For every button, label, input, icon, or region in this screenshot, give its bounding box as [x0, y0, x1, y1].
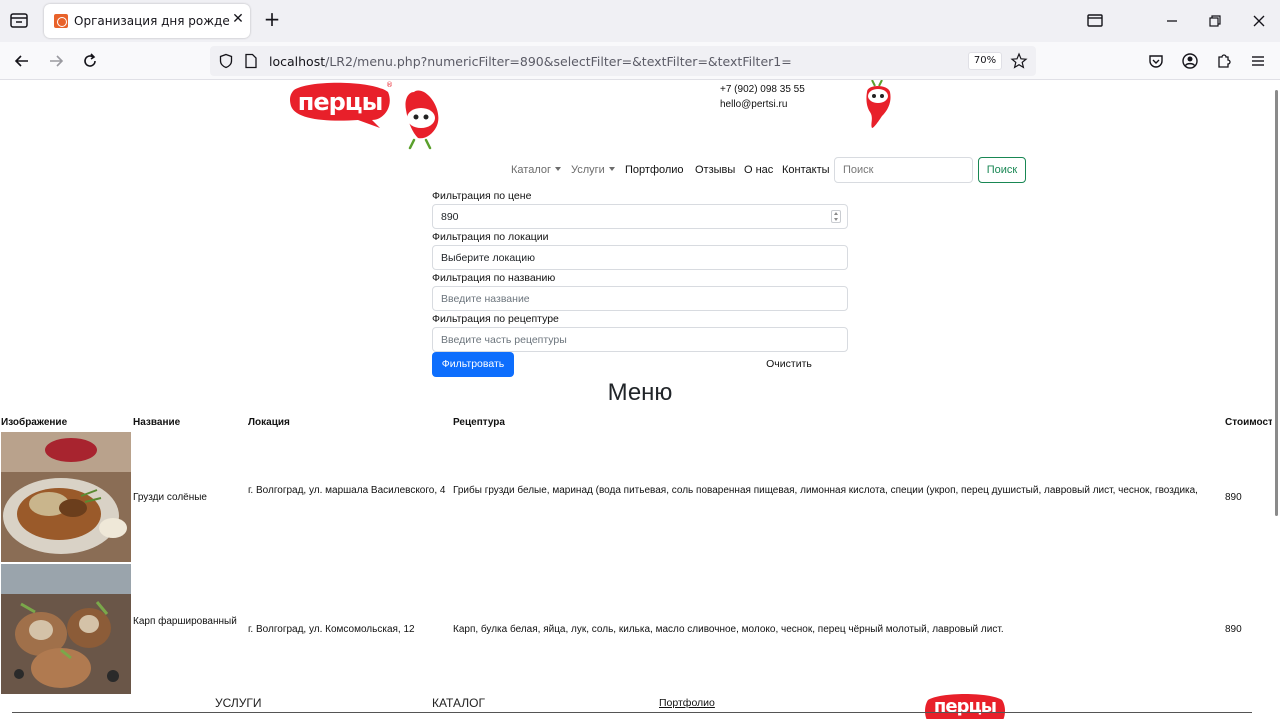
- location-filter-label: Фильтрация по локации: [432, 231, 549, 243]
- email-address[interactable]: hello@pertsi.ru: [720, 97, 805, 112]
- footer-logo-text: перцы: [933, 696, 997, 717]
- name-filter-input[interactable]: Введите название: [432, 286, 848, 311]
- col-header-name: Название: [133, 417, 181, 428]
- nav-about[interactable]: О нас: [744, 164, 773, 176]
- footer-services-link[interactable]: УСЛУГИ: [215, 696, 262, 710]
- search-button[interactable]: Поиск: [978, 157, 1026, 183]
- nav-reviews[interactable]: Отзывы: [695, 164, 735, 176]
- menu-hamburger-icon[interactable]: [1248, 51, 1268, 71]
- back-arrow-icon[interactable]: [11, 50, 33, 72]
- page-scrollbar[interactable]: [1272, 80, 1280, 719]
- menu-heading: Меню: [607, 379, 673, 406]
- page-content: ® перцы +7 (902) 098 35 55 hello@pertsi.…: [0, 80, 1272, 719]
- bookmark-star-icon[interactable]: [1010, 52, 1028, 70]
- footer-catalog-link[interactable]: КАТАЛОГ: [432, 696, 485, 710]
- nav-catalog-dropdown[interactable]: Каталог: [511, 164, 561, 176]
- footer-logo[interactable]: перцы: [924, 692, 1006, 719]
- dish-image: [1, 432, 131, 562]
- extensions-icon[interactable]: [1214, 51, 1234, 71]
- search-input[interactable]: Поиск: [834, 157, 973, 183]
- number-spinner-icon[interactable]: [831, 210, 841, 223]
- footer-divider: [12, 712, 1252, 713]
- logo-text: перцы: [297, 88, 384, 116]
- dish-price: 890: [1225, 492, 1242, 503]
- dish-recipe: Грибы грузди белые, маринад (вода питьев…: [453, 485, 1198, 496]
- page-icon[interactable]: [244, 53, 258, 69]
- minimize-icon[interactable]: [1162, 11, 1182, 31]
- browser-toolbar: localhost/LR2/menu.php?numericFilter=890…: [0, 42, 1280, 80]
- scrollbar-thumb[interactable]: [1275, 90, 1278, 516]
- nav-portfolio[interactable]: Портфолио: [625, 164, 684, 176]
- caret-down-icon: [555, 167, 561, 171]
- col-header-recipe: Рецептура: [453, 417, 505, 428]
- caret-down-icon: [608, 167, 615, 171]
- recipe-filter-input[interactable]: Введите часть рецептуры: [432, 327, 848, 352]
- dish-price: 890: [1225, 624, 1242, 635]
- dish-name: Карп фаршированный: [133, 616, 237, 627]
- phone-number[interactable]: +7 (902) 098 35 55: [720, 82, 805, 97]
- close-tab-icon[interactable]: ✕: [230, 11, 246, 29]
- dish-location: г. Волгоград, ул. Комсомольская, 12: [248, 624, 415, 635]
- reload-icon[interactable]: [79, 50, 101, 72]
- restore-icon[interactable]: [1205, 11, 1225, 31]
- browser-tab-active[interactable]: Организация дня рождения и... ✕: [44, 4, 250, 38]
- tab-title: Организация дня рождения и...: [74, 14, 230, 28]
- pepper-mascot-small-icon: [862, 80, 894, 130]
- footer-portfolio-link[interactable]: Портфолио: [659, 697, 715, 709]
- name-filter-label: Фильтрация по названию: [432, 272, 556, 284]
- dish-name: Грузди солёные: [133, 492, 207, 503]
- dish-image: [1, 564, 131, 694]
- recipe-filter-label: Фильтрация по рецептуре: [432, 313, 559, 325]
- nav-services-dropdown[interactable]: Услуги: [571, 164, 615, 176]
- site-logo[interactable]: ® перцы: [288, 80, 392, 128]
- price-filter-label: Фильтрация по цене: [432, 190, 532, 202]
- forward-arrow-icon[interactable]: [45, 50, 67, 72]
- pocket-icon[interactable]: [1146, 51, 1166, 71]
- url-text[interactable]: localhost/LR2/menu.php?numericFilter=890…: [269, 54, 792, 69]
- dish-recipe: Карп, булка белая, яйца, лук, соль, киль…: [453, 624, 1004, 635]
- tab-list-icon[interactable]: [8, 9, 30, 31]
- zoom-level-badge[interactable]: 70%: [968, 52, 1002, 70]
- window-view-icon[interactable]: [1085, 11, 1105, 31]
- shield-icon[interactable]: [218, 53, 234, 69]
- col-header-location: Локация: [248, 417, 290, 428]
- pepper-mascot-icon: [402, 88, 440, 150]
- account-icon[interactable]: [1180, 51, 1200, 71]
- dish-location: г. Волгоград, ул. маршала Василевского, …: [248, 485, 446, 496]
- close-window-icon[interactable]: [1249, 11, 1269, 31]
- favicon-icon: [54, 14, 68, 28]
- new-tab-icon[interactable]: +: [262, 9, 282, 30]
- clear-filters-button[interactable]: Очистить: [750, 358, 828, 370]
- col-header-price: Стоимость: [1225, 417, 1272, 428]
- price-filter-input[interactable]: 890: [432, 204, 848, 229]
- address-bar[interactable]: localhost/LR2/menu.php?numericFilter=890…: [210, 46, 1036, 76]
- filter-submit-button[interactable]: Фильтровать: [432, 352, 514, 377]
- header-contacts: +7 (902) 098 35 55 hello@pertsi.ru: [720, 82, 805, 112]
- location-filter-select[interactable]: Выберите локацию: [432, 245, 848, 270]
- browser-tab-bar: Организация дня рождения и... ✕ +: [0, 0, 1280, 42]
- nav-contacts[interactable]: Контакты: [782, 164, 830, 176]
- col-header-image: Изображение: [1, 417, 68, 428]
